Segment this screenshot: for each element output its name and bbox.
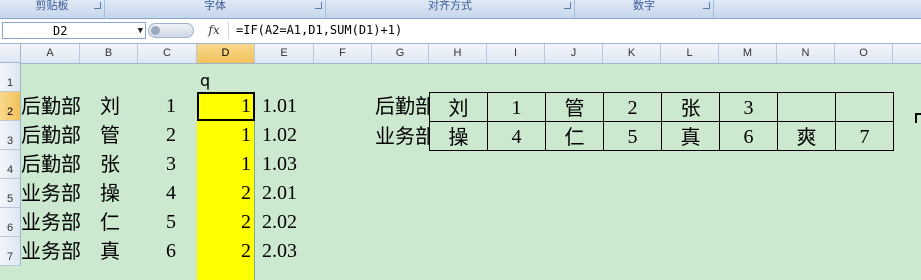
ribbon-group-clipboard[interactable]: 剪贴板 bbox=[0, 0, 105, 17]
cell-c4[interactable]: 3 bbox=[138, 150, 176, 179]
cell-a3[interactable]: 后勤部 bbox=[21, 121, 80, 150]
cell-k3[interactable]: 5 bbox=[603, 121, 662, 151]
cell-o2[interactable] bbox=[835, 92, 894, 122]
formula-bar: D2 ▼ fx =IF(A2=A1,D1,SUM(D1)+1) bbox=[0, 19, 921, 44]
column-header-d[interactable]: D bbox=[197, 44, 255, 63]
column-header-j[interactable]: J bbox=[545, 44, 603, 63]
cell-e5[interactable]: 2.01 bbox=[262, 179, 314, 208]
cell-d1[interactable]: q bbox=[200, 63, 240, 92]
column-header-o[interactable]: O bbox=[835, 44, 893, 63]
cell-d4[interactable]: 1 bbox=[197, 150, 255, 179]
cell-g3[interactable]: 业务部 bbox=[375, 122, 429, 151]
formula-input[interactable]: =IF(A2=A1,D1,SUM(D1)+1) bbox=[236, 22, 402, 39]
chevron-down-icon[interactable]: ▼ bbox=[138, 23, 143, 40]
cell-a5[interactable]: 业务部 bbox=[21, 179, 80, 208]
column-header-m[interactable]: M bbox=[719, 44, 777, 63]
cell-o3[interactable]: 7 bbox=[835, 121, 894, 151]
cell-b4[interactable]: 张 bbox=[100, 150, 138, 179]
cell-d5[interactable]: 2 bbox=[197, 179, 255, 208]
ribbon-group-label: 字体 bbox=[204, 0, 226, 12]
cell-g2[interactable]: 后勤部 bbox=[375, 92, 429, 121]
column-header-f[interactable]: F bbox=[314, 44, 372, 63]
column-header-l[interactable]: L bbox=[661, 44, 719, 63]
resize-knob-icon bbox=[151, 26, 160, 35]
cell-b5[interactable]: 操 bbox=[100, 179, 138, 208]
name-box-value: D2 bbox=[53, 24, 68, 38]
cell-e7[interactable]: 2.03 bbox=[262, 237, 314, 266]
select-all-corner[interactable] bbox=[0, 44, 21, 63]
cell-h2[interactable]: 刘 bbox=[429, 92, 488, 122]
cell-d3[interactable]: 1 bbox=[197, 121, 255, 150]
column-header-h[interactable]: H bbox=[429, 44, 487, 63]
cell-m3[interactable]: 6 bbox=[719, 121, 778, 151]
column-header-a[interactable]: A bbox=[21, 44, 80, 63]
column-header-g[interactable]: G bbox=[372, 44, 429, 63]
column-header-b[interactable]: B bbox=[80, 44, 138, 63]
insert-function-icon[interactable]: fx bbox=[200, 22, 229, 39]
cell-e6[interactable]: 2.02 bbox=[262, 208, 314, 237]
column-header-i[interactable]: I bbox=[487, 44, 545, 63]
row-header-2[interactable]: 2 bbox=[0, 92, 21, 121]
cell-d6[interactable]: 2 bbox=[197, 208, 255, 237]
cell-d7[interactable]: 2 bbox=[197, 237, 255, 266]
dialog-launcher-icon[interactable] bbox=[703, 2, 710, 9]
cell-a7[interactable]: 业务部 bbox=[21, 237, 80, 266]
cell-c3[interactable]: 2 bbox=[138, 121, 176, 150]
cell-l2[interactable]: 张 bbox=[661, 92, 720, 122]
cell-c6[interactable]: 5 bbox=[138, 208, 176, 237]
dialog-launcher-icon[interactable] bbox=[94, 2, 101, 9]
cell-b3[interactable]: 管 bbox=[100, 121, 138, 150]
cell-a2[interactable]: 后勤部 bbox=[21, 92, 80, 121]
cell-d2[interactable]: 1 bbox=[197, 92, 255, 121]
cell-c7[interactable]: 6 bbox=[138, 237, 176, 266]
cell-e4[interactable]: 1.03 bbox=[262, 150, 314, 179]
ribbon-group-number[interactable]: 数字 bbox=[575, 0, 714, 17]
cell-m2[interactable]: 3 bbox=[719, 92, 778, 122]
row-header-1[interactable]: 1 bbox=[0, 63, 21, 92]
cell-j3[interactable]: 仁 bbox=[545, 121, 604, 151]
cell-c2[interactable]: 1 bbox=[138, 92, 176, 121]
cell-n3[interactable]: 爽 bbox=[777, 121, 836, 151]
cell-k2[interactable]: 2 bbox=[603, 92, 662, 122]
cell-l3[interactable]: 真 bbox=[661, 121, 720, 151]
row-header-5[interactable]: 5 bbox=[0, 179, 21, 208]
cell-h3[interactable]: 操 bbox=[429, 121, 488, 151]
ribbon-group-label: 对齐方式 bbox=[428, 0, 472, 12]
cell-b2[interactable]: 刘 bbox=[100, 92, 138, 121]
dialog-launcher-icon[interactable] bbox=[315, 2, 322, 9]
ribbon-group-font[interactable]: 字体 bbox=[105, 0, 326, 17]
ribbon-group-bar: 剪贴板 字体 对齐方式 数字 bbox=[0, 0, 921, 19]
formula-bar-resize-handle[interactable] bbox=[148, 23, 194, 38]
ribbon-group-label: 剪贴板 bbox=[35, 0, 69, 12]
row-header-3[interactable]: 3 bbox=[0, 121, 21, 150]
row-header-4[interactable]: 4 bbox=[0, 150, 21, 179]
cell-i3[interactable]: 4 bbox=[487, 121, 546, 151]
cell-c5[interactable]: 4 bbox=[138, 179, 176, 208]
column-header-k[interactable]: K bbox=[603, 44, 661, 63]
cell-b6[interactable]: 仁 bbox=[100, 208, 138, 237]
cell-a4[interactable]: 后勤部 bbox=[21, 150, 80, 179]
dialog-launcher-icon[interactable] bbox=[564, 2, 571, 9]
column-header-n[interactable]: N bbox=[777, 44, 835, 63]
ribbon-group-alignment[interactable]: 对齐方式 bbox=[326, 0, 575, 17]
mouse-cursor-icon bbox=[915, 113, 921, 123]
column-header-e[interactable]: E bbox=[255, 44, 314, 63]
cell-b7[interactable]: 真 bbox=[100, 237, 138, 266]
cell-i2[interactable]: 1 bbox=[487, 92, 546, 122]
cell-e3[interactable]: 1.02 bbox=[262, 121, 314, 150]
ribbon-group-label: 数字 bbox=[633, 0, 655, 12]
cell-e2[interactable]: 1.01 bbox=[262, 92, 314, 121]
column-header-c[interactable]: C bbox=[138, 44, 197, 63]
row-header-7[interactable]: 7 bbox=[0, 237, 21, 266]
cell-j2[interactable]: 管 bbox=[545, 92, 604, 122]
row-header-6[interactable]: 6 bbox=[0, 208, 21, 237]
name-box[interactable]: D2 ▼ bbox=[2, 22, 146, 39]
cell-a6[interactable]: 业务部 bbox=[21, 208, 80, 237]
cell-n2[interactable] bbox=[777, 92, 836, 122]
